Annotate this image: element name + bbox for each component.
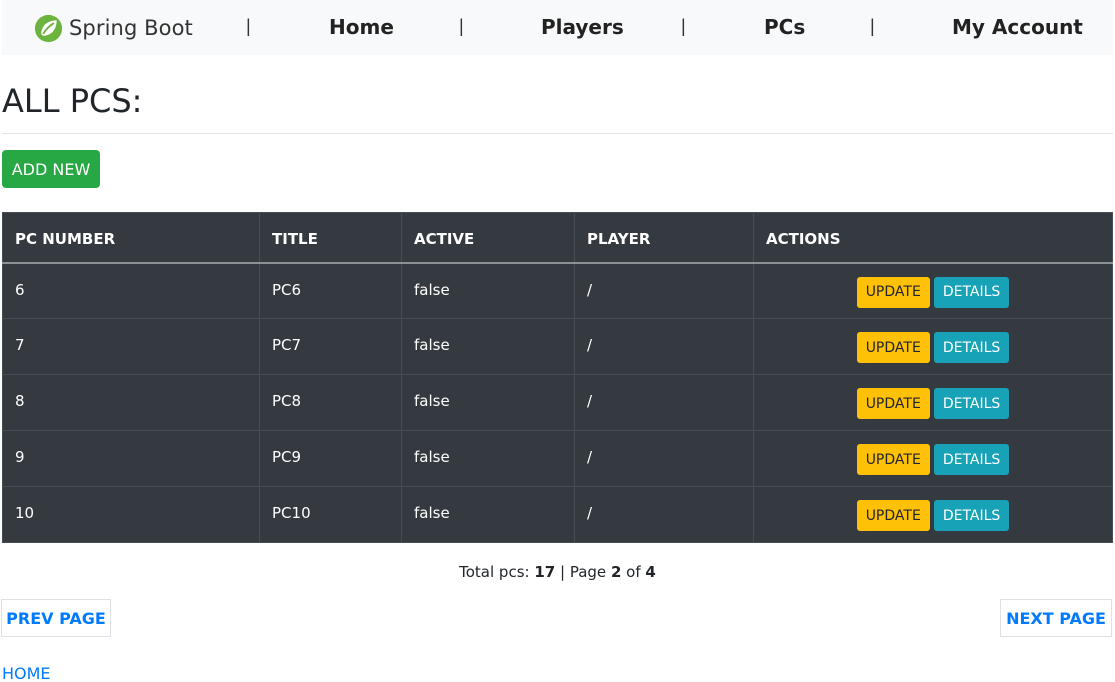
header-actions: ACTIONS — [753, 212, 1113, 264]
cell-pc-number: 10 — [2, 486, 260, 543]
nav-home[interactable]: Home — [329, 15, 394, 39]
table-row: 9 PC9 false / UPDATE DETAILS — [2, 430, 1113, 487]
header-pc-number: PC NUMBER — [2, 212, 260, 264]
details-button[interactable]: DETAILS — [933, 388, 1010, 419]
cell-actions: UPDATE DETAILS — [753, 430, 1113, 487]
navbar: Spring Boot | Home | Players | PCs | My … — [2, 0, 1113, 55]
cell-active: false — [401, 430, 575, 487]
update-button[interactable]: UPDATE — [856, 276, 930, 308]
details-button[interactable]: DETAILS — [933, 276, 1010, 308]
cell-title: PC8 — [259, 374, 402, 431]
nav-separator: | — [459, 16, 464, 36]
cell-pc-number: 9 — [2, 430, 260, 487]
brand[interactable]: Spring Boot — [34, 13, 193, 43]
page-label: Page — [569, 563, 607, 581]
details-button[interactable]: DETAILS — [933, 500, 1010, 531]
update-button[interactable]: UPDATE — [856, 444, 930, 475]
cell-player: / — [574, 486, 754, 543]
header-player: PLAYER — [574, 212, 754, 264]
header-title: TITLE — [259, 212, 402, 264]
cell-active: false — [401, 486, 575, 543]
cell-title: PC7 — [259, 318, 402, 375]
cell-actions: UPDATE DETAILS — [753, 486, 1113, 543]
cell-title: PC6 — [259, 262, 402, 319]
cell-pc-number: 6 — [2, 262, 260, 319]
table-row: 7 PC7 false / UPDATE DETAILS — [2, 318, 1113, 375]
nav-players[interactable]: Players — [541, 15, 624, 39]
table-row: 10 PC10 false / UPDATE DETAILS — [2, 486, 1113, 543]
table-row: 8 PC8 false / UPDATE DETAILS — [2, 374, 1113, 431]
cell-title: PC9 — [259, 430, 402, 487]
summary-divider: | — [560, 563, 566, 581]
cell-player: / — [574, 318, 754, 375]
page-title: ALL PCS: — [2, 82, 143, 120]
nav-separator: | — [246, 16, 251, 36]
cell-title: PC10 — [259, 486, 402, 543]
cell-active: false — [401, 318, 575, 375]
divider — [2, 133, 1113, 134]
total-label: Total pcs: — [459, 563, 530, 581]
cell-active: false — [401, 262, 575, 319]
table-row: 6 PC6 false / UPDATE DETAILS — [2, 262, 1113, 319]
cell-player: / — [574, 262, 754, 319]
cell-pc-number: 8 — [2, 374, 260, 431]
update-button[interactable]: UPDATE — [856, 388, 930, 419]
header-active: ACTIVE — [401, 212, 575, 264]
nav-my-account[interactable]: My Account — [952, 15, 1083, 39]
details-button[interactable]: DETAILS — [933, 332, 1010, 363]
add-new-button[interactable]: ADD NEW — [2, 150, 100, 188]
next-page-button[interactable]: NEXT PAGE — [1000, 599, 1112, 637]
cell-pc-number: 7 — [2, 318, 260, 375]
prev-page-button[interactable]: PREV PAGE — [1, 599, 111, 637]
current-page: 2 — [610, 563, 622, 581]
cell-active: false — [401, 374, 575, 431]
brand-text: Spring Boot — [69, 16, 193, 40]
spring-leaf-icon — [34, 14, 63, 42]
nav-separator: | — [681, 16, 686, 36]
update-button[interactable]: UPDATE — [856, 500, 930, 531]
update-button[interactable]: UPDATE — [856, 332, 930, 363]
home-link[interactable]: HOME — [2, 664, 51, 682]
cell-player: / — [574, 374, 754, 431]
cell-actions: UPDATE DETAILS — [753, 262, 1113, 319]
pcs-table: PC NUMBER TITLE ACTIVE PLAYER ACTIONS 6 … — [2, 212, 1113, 543]
table-header-row: PC NUMBER TITLE ACTIVE PLAYER ACTIONS — [2, 212, 1113, 264]
cell-actions: UPDATE DETAILS — [753, 374, 1113, 431]
cell-actions: UPDATE DETAILS — [753, 318, 1113, 375]
nav-separator: | — [870, 16, 875, 36]
total-pages: 4 — [645, 563, 656, 581]
details-button[interactable]: DETAILS — [933, 444, 1010, 475]
nav-pcs[interactable]: PCs — [764, 15, 805, 39]
of-label: of — [626, 563, 641, 581]
pagination-summary: Total pcs: 17 | Page 2 of 4 — [0, 563, 1115, 581]
total-count: 17 — [534, 563, 556, 581]
cell-player: / — [574, 430, 754, 487]
